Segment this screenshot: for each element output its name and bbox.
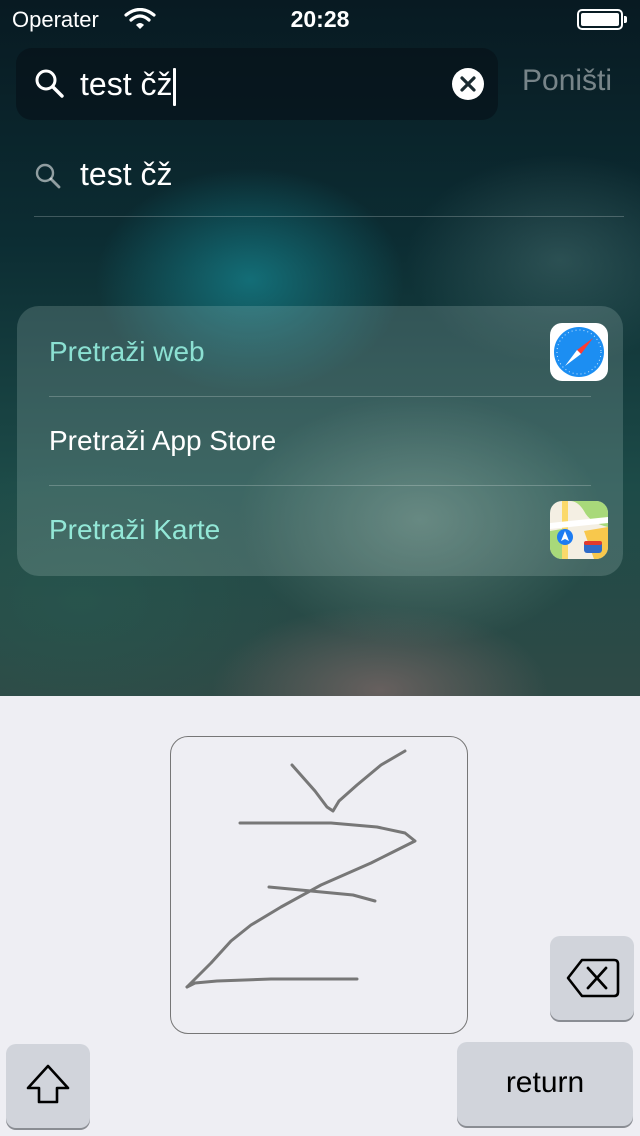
shift-key[interactable] [6, 1044, 90, 1128]
search-web-row[interactable]: Pretraži web [49, 308, 608, 397]
return-key[interactable]: return [457, 1042, 633, 1126]
search-app-store-label: Pretraži App Store [49, 425, 277, 456]
delete-icon [566, 958, 620, 998]
maps-icon [550, 501, 608, 559]
text-caret [173, 67, 177, 106]
search-maps-row[interactable]: Pretraži Karte [49, 486, 608, 574]
handwriting-strokes [185, 749, 417, 989]
search-input[interactable]: test čž [80, 64, 177, 106]
clear-text-button[interactable] [452, 68, 484, 100]
status-bar: Operater 20:28 [0, 0, 640, 40]
status-time: 20:28 [290, 6, 350, 32]
cancel-button[interactable]: Poništi [522, 64, 612, 98]
search-maps-label: Pretraži Karte [49, 514, 221, 545]
search-web-label: Pretraži web [49, 336, 205, 367]
search-query: test čž [80, 66, 173, 102]
search-icon [35, 163, 61, 189]
search-icon [35, 69, 64, 98]
search-actions-panel: Pretraži web Pretraži App Store Pretraži… [17, 306, 623, 576]
close-icon [460, 76, 476, 92]
search-suggestion[interactable]: test čž [34, 150, 624, 217]
backspace-key[interactable] [550, 936, 634, 1020]
search-app-store-row[interactable]: Pretraži App Store [49, 397, 591, 486]
shift-arrow-icon [26, 1064, 70, 1104]
handwriting-keyboard: return [0, 696, 640, 1136]
battery-icon [577, 9, 627, 30]
suggestion-text: test čž [80, 156, 173, 192]
handwriting-pad[interactable] [170, 736, 468, 1034]
safari-icon [550, 323, 608, 381]
return-key-label: return [505, 1066, 585, 1099]
search-field[interactable]: test čž [16, 48, 498, 120]
